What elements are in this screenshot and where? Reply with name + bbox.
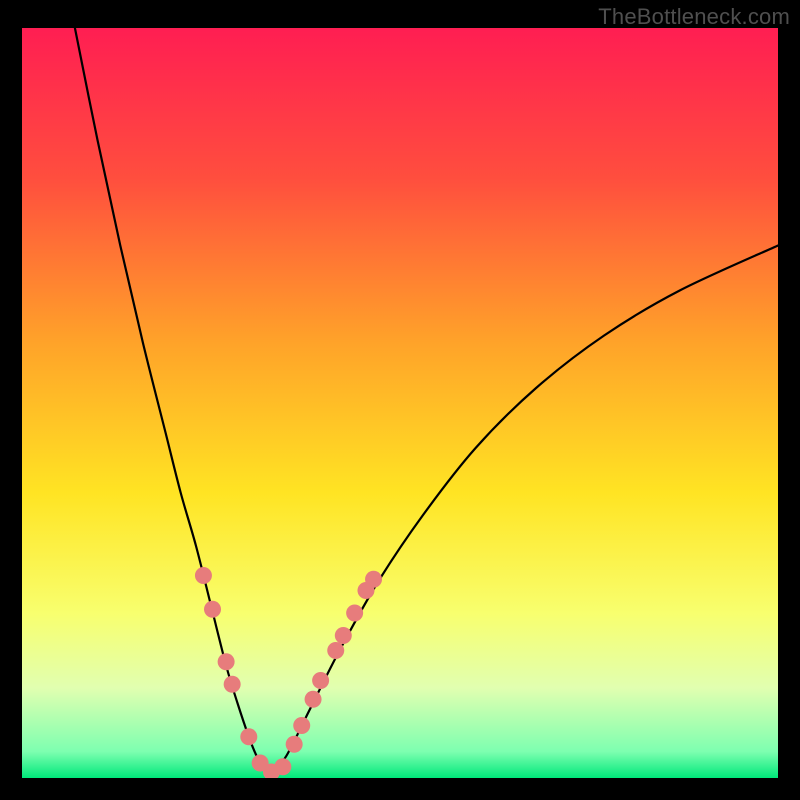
chart-frame — [22, 28, 778, 778]
scatter-point — [224, 676, 241, 693]
scatter-point — [365, 571, 382, 588]
scatter-point — [286, 736, 303, 753]
chart-background — [22, 28, 778, 778]
scatter-point — [204, 601, 221, 618]
scatter-point — [293, 717, 310, 734]
bottleneck-chart — [22, 28, 778, 778]
scatter-point — [218, 653, 235, 670]
watermark: TheBottleneck.com — [598, 4, 790, 30]
scatter-point — [327, 642, 344, 659]
scatter-point — [195, 567, 212, 584]
scatter-point — [240, 728, 257, 745]
scatter-point — [312, 672, 329, 689]
scatter-point — [335, 627, 352, 644]
scatter-point — [346, 605, 363, 622]
scatter-point — [305, 691, 322, 708]
scatter-point — [274, 758, 291, 775]
